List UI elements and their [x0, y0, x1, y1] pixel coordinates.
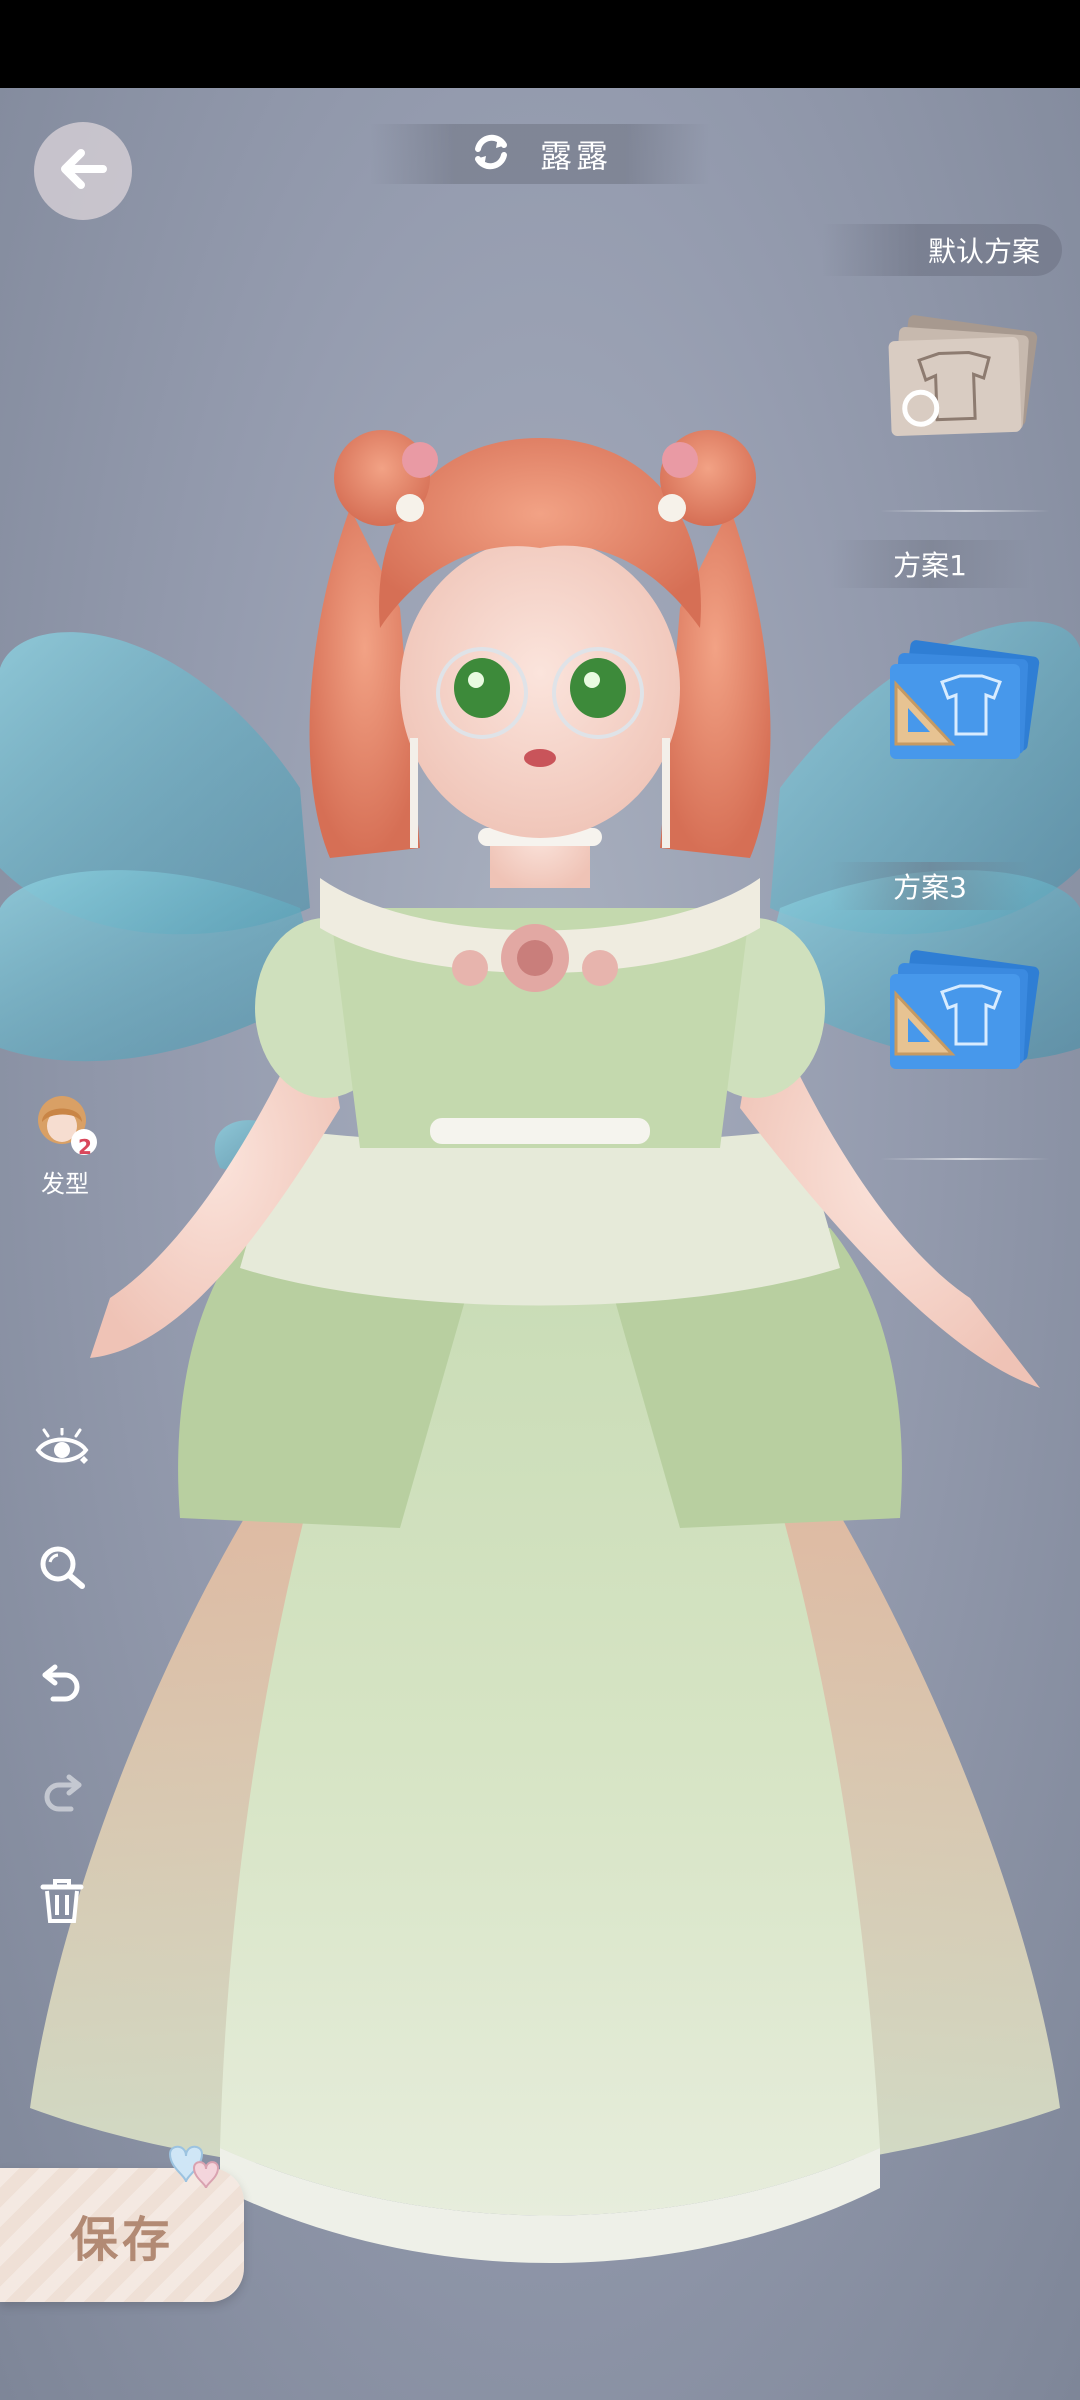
- save-button[interactable]: 保存: [0, 2145, 244, 2302]
- default-scheme-tab[interactable]: 默认方案: [822, 224, 1062, 276]
- delete-button[interactable]: [30, 1868, 94, 1932]
- scheme-1-card[interactable]: [890, 639, 1040, 768]
- hairstyle-badge: 2: [78, 1135, 92, 1159]
- default-scheme-label: 默认方案: [927, 235, 1040, 268]
- zoom-button[interactable]: [30, 1536, 94, 1600]
- character-switch[interactable]: 露露: [370, 124, 710, 184]
- back-button[interactable]: [34, 122, 132, 220]
- undo-button[interactable]: [30, 1648, 94, 1712]
- scheme-1-label: 方案1: [830, 540, 1030, 588]
- heart-decoration-icon: [168, 2145, 220, 2189]
- character-name: 露露: [539, 137, 612, 175]
- scheme-3-card[interactable]: [890, 949, 1040, 1078]
- default-scheme-card[interactable]: [888, 314, 1040, 443]
- redo-icon: [44, 1774, 82, 1812]
- undo-icon: [42, 1664, 80, 1702]
- redo-button[interactable]: [30, 1758, 94, 1822]
- hairstyle-button[interactable]: 2 发型: [30, 1088, 100, 1199]
- scheme-divider: [880, 510, 1050, 512]
- scheme-3-label: 方案3: [830, 862, 1030, 910]
- zoom-icon: [40, 1546, 85, 1589]
- character-face: [400, 538, 680, 838]
- dressing-room-stage: 露露 默认方案 方案1 方案3 2 发型 保存: [0, 88, 1080, 2400]
- arrow-left-icon: [53, 144, 113, 198]
- refresh-icon: [468, 129, 514, 179]
- eye-icon: [35, 1428, 89, 1464]
- toggle-visibility-button[interactable]: [30, 1418, 94, 1482]
- scheme-divider: [880, 1158, 1050, 1160]
- hairstyle-label: 发型: [41, 1170, 89, 1198]
- save-label: 保存: [69, 2212, 174, 2268]
- trash-icon: [40, 1879, 84, 1923]
